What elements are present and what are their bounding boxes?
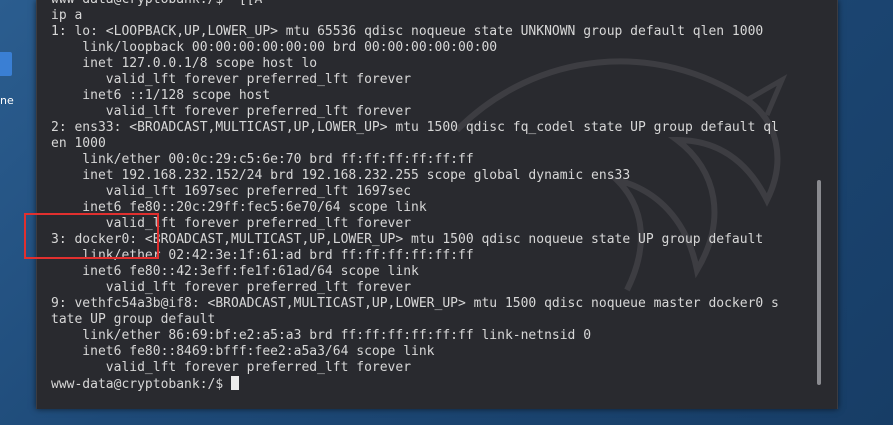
terminal-line: ip a: [51, 8, 83, 23]
terminal-line: inet6 fe80::8469:bfff:fee2:a5a3/64 scope…: [51, 344, 435, 359]
terminal-output[interactable]: www-data@cryptobank:/$ ^[[Aip a1: lo: <L…: [51, 0, 807, 392]
terminal-line: valid_lft forever preferred_lft forever: [51, 104, 412, 119]
terminal-line: valid_lft forever preferred_lft forever: [51, 216, 412, 231]
terminal-line: valid_lft forever preferred_lft forever: [51, 72, 412, 87]
highlight-box: [24, 213, 159, 259]
terminal-line: link/ether 00:0c:29:c5:6e:70 brd ff:ff:f…: [51, 152, 474, 167]
terminal-line: 3: docker0: <BROADCAST,MULTICAST,UP,LOWE…: [51, 232, 764, 247]
terminal-line: inet6 fe80::20c:29ff:fec5:6e70/64 scope …: [51, 200, 427, 215]
terminal-scrollbar[interactable]: [817, 180, 821, 385]
terminal-line: link/loopback 00:00:00:00:00:00 brd 00:0…: [51, 40, 498, 55]
terminal-window[interactable]: www-data@cryptobank:/$ ^[[Aip a1: lo: <L…: [36, 0, 838, 409]
terminal-line: link/ether 02:42:3e:1f:61:ad brd ff:ff:f…: [51, 248, 474, 263]
terminal-line: link/ether 86:69:bf:e2:a5:a3 brd ff:ff:f…: [51, 328, 592, 343]
terminal-line: www-data@cryptobank:/$ ^[[A: [51, 0, 807, 8]
terminal-cursor: [231, 376, 240, 390]
terminal-line: valid_lft 1697sec preferred_lft 1697sec: [51, 184, 412, 199]
terminal-line: inet 127.0.0.1/8 scope host lo: [51, 56, 318, 71]
desktop-icon-label: ne: [0, 94, 14, 107]
terminal-line: valid_lft forever preferred_lft forever: [51, 360, 412, 375]
terminal-line: 2: ens33: <BROADCAST,MULTICAST,UP,LOWER_…: [51, 120, 779, 135]
terminal-prompt-line[interactable]: www-data@cryptobank:/$: [51, 376, 807, 392]
desktop-icon[interactable]: [0, 52, 12, 76]
terminal-line: inet6 fe80::42:3eff:fe1f:61ad/64 scope l…: [51, 264, 419, 279]
terminal-line: inet 192.168.232.152/24 brd 192.168.232.…: [51, 168, 631, 183]
terminal-line: 1: lo: <LOOPBACK,UP,LOWER_UP> mtu 65536 …: [51, 24, 764, 39]
terminal-line: en 1000: [51, 136, 106, 151]
terminal-line: 9: vethfc54a3b@if8: <BROADCAST,MULTICAST…: [51, 296, 779, 311]
terminal-line: tate UP group default: [51, 312, 216, 327]
terminal-line: valid_lft forever preferred_lft forever: [51, 280, 412, 295]
terminal-line: inet6 ::1/128 scope host: [51, 88, 271, 103]
terminal-prompt: www-data@cryptobank:/$: [51, 377, 232, 392]
